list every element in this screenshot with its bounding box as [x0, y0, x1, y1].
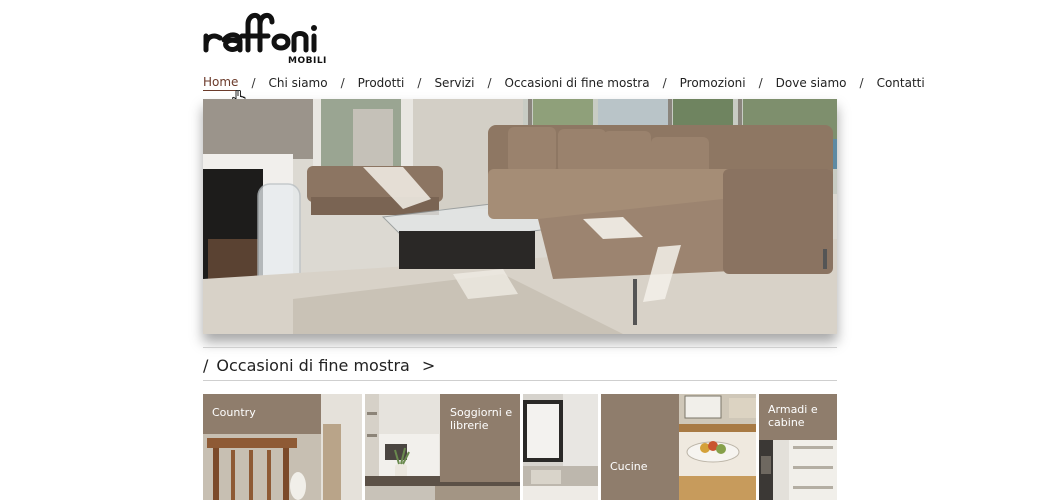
nav-separator: / [758, 76, 763, 90]
sofa-wall-photo-icon [523, 394, 598, 500]
kitchen-photo-icon [601, 394, 756, 500]
tile-sofa-detail[interactable] [523, 394, 598, 500]
chevron-right-icon: > [421, 355, 436, 375]
section-heading-occasioni[interactable]: / Occasioni di fine mostra > [203, 354, 435, 376]
nav-separator: / [417, 76, 422, 90]
tile-label-country: Country [212, 406, 256, 419]
nav-separator: / [859, 76, 864, 90]
section-rule-top [203, 347, 837, 348]
nav-item-chi-siamo[interactable]: Chi siamo [268, 76, 327, 90]
nav-separator: / [340, 76, 345, 90]
nav-item-home[interactable]: Home [203, 75, 239, 91]
tile-label-armadi: Armadi e cabine [768, 403, 818, 429]
tile-country[interactable]: Country [203, 394, 362, 500]
nav-separator: / [487, 76, 492, 90]
nav-item-contatti[interactable]: Contatti [877, 76, 925, 90]
hero-banner[interactable] [203, 99, 837, 334]
nav-item-servizi[interactable]: Servizi [434, 76, 474, 90]
heading-slash: / [203, 355, 209, 375]
nav-item-dove-siamo[interactable]: Dove siamo [776, 76, 847, 90]
nav-item-occasioni[interactable]: Occasioni di fine mostra [505, 76, 650, 90]
tile-armadi-cabine[interactable]: Armadi e cabine [759, 394, 837, 500]
nav-item-promozioni[interactable]: Promozioni [680, 76, 746, 90]
tile-label-soggiorni: Soggiorni e librerie [450, 406, 513, 432]
section-title: Occasioni di fine mostra [216, 355, 410, 375]
nav-separator: / [251, 76, 256, 90]
main-nav: Home / Chi siamo / Prodotti / Servizi / … [203, 74, 925, 92]
nav-item-prodotti[interactable]: Prodotti [358, 76, 405, 90]
tile-cucine[interactable]: Cucine [601, 394, 756, 500]
tile-soggiorni-librerie[interactable]: Soggiorni e librerie [365, 394, 520, 500]
tile-label-cucine: Cucine [610, 460, 648, 473]
section-rule-bottom [203, 380, 837, 381]
nav-separator: / [662, 76, 667, 90]
living-room-photo-icon [203, 99, 837, 334]
logo-subtitle: MOBILI [288, 56, 327, 66]
raffoni-logo[interactable]: MOBILI [202, 6, 326, 68]
